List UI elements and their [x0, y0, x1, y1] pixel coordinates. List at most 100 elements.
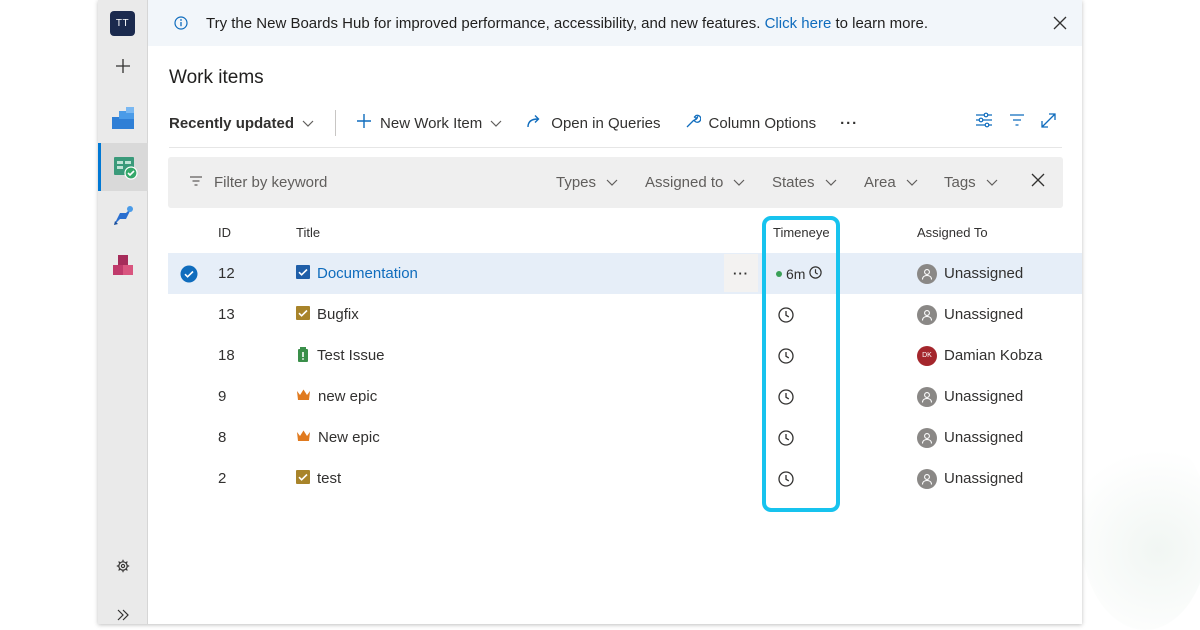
filter-types-label: Types [556, 174, 597, 191]
filter-states[interactable]: States [772, 174, 837, 191]
row-title[interactable]: new epic [296, 388, 377, 405]
plus-icon [356, 113, 372, 133]
banner-link[interactable]: Click here [765, 15, 832, 32]
expand-rail-icon[interactable] [98, 601, 148, 624]
column-options-button[interactable]: Column Options [685, 113, 817, 133]
open-in-queries-button[interactable]: Open in Queries [526, 114, 661, 133]
assigned-name: Damian Kobza [944, 347, 1043, 364]
info-banner: Try the New Boards Hub for improved perf… [148, 0, 1082, 46]
keyword-filter[interactable]: Filter by keyword [189, 174, 327, 191]
filter-types[interactable]: Types [556, 174, 618, 191]
task-icon [296, 469, 310, 488]
filter-states-label: States [772, 174, 815, 191]
row-assigned: Unassigned [917, 386, 1024, 407]
filter-icon [189, 174, 203, 191]
toolbar-separator [335, 110, 337, 136]
row-title[interactable]: Bugfix [296, 305, 359, 324]
toolbar-right [975, 112, 1056, 132]
banner-text-after: to learn more. [835, 14, 928, 32]
filter-icon[interactable] [1009, 113, 1025, 131]
column-header-id[interactable]: ID [218, 225, 231, 240]
more-actions-button[interactable]: ··· [840, 115, 858, 132]
chevron-down-icon [606, 174, 618, 191]
table-row[interactable]: 8 New epic Unassigned [168, 417, 1082, 458]
row-title-text[interactable]: Bugfix [317, 306, 359, 323]
clock-icon[interactable] [778, 388, 794, 405]
toolbar: Recently updated New Work Item Open in Q… [169, 104, 1064, 142]
row-assigned: Unassigned [917, 427, 1024, 448]
unassigned-avatar-icon [917, 427, 937, 448]
filter-assigned-to-label: Assigned to [645, 174, 724, 191]
clear-filter-icon[interactable] [1031, 173, 1045, 187]
add-icon[interactable] [111, 54, 135, 78]
row-title[interactable]: Documentation [296, 264, 418, 283]
row-assigned: Unassigned [917, 263, 1023, 284]
column-header-timeneye[interactable]: Timeneye [773, 225, 830, 240]
filter-bar: Filter by keyword Types Assigned to Stat… [168, 157, 1063, 208]
unassigned-avatar-icon [917, 263, 937, 284]
filter-tags-label: Tags [944, 174, 976, 191]
row-assigned: Unassigned [917, 304, 1024, 325]
column-header-assigned-to[interactable]: Assigned To [917, 225, 988, 240]
background-glow [1080, 430, 1200, 630]
clock-icon[interactable] [778, 347, 794, 364]
boards-app-icon[interactable] [98, 143, 148, 191]
overview-app-icon[interactable] [98, 94, 148, 142]
table-row[interactable]: 2 test Unassigned [168, 458, 1082, 499]
row-title-link[interactable]: Documentation [317, 265, 418, 282]
timer-running-dot [776, 270, 782, 277]
filter-assigned-to[interactable]: Assigned to [645, 174, 745, 191]
more-actions-label: ··· [840, 114, 859, 132]
share-arrow-icon [526, 114, 543, 133]
filter-tags[interactable]: Tags [944, 174, 998, 191]
fullscreen-icon[interactable] [1041, 112, 1056, 132]
row-id: 9 [218, 388, 227, 405]
new-work-item-button[interactable]: New Work Item [356, 113, 502, 133]
view-options-icon[interactable] [975, 112, 993, 132]
column-header-title[interactable]: Title [296, 225, 320, 240]
filter-area[interactable]: Area [864, 174, 918, 191]
assigned-name: Unassigned [944, 429, 1024, 446]
table-row[interactable]: 9 new epic Unassigned [168, 376, 1082, 417]
chevron-down-icon [825, 174, 837, 191]
epic-crown-icon [296, 429, 311, 446]
column-options-label: Column Options [708, 114, 817, 132]
left-rail: TT [98, 0, 148, 624]
row-more-button[interactable]: ··· [724, 254, 758, 292]
toolbar-divider [169, 147, 1062, 148]
filter-area-label: Area [864, 174, 896, 191]
clock-icon[interactable] [778, 306, 794, 323]
chevron-down-icon [302, 115, 314, 132]
assigned-name: Unassigned [944, 306, 1024, 323]
epic-crown-icon [296, 388, 311, 405]
pipelines-app-icon[interactable] [98, 192, 148, 240]
row-title[interactable]: New epic [296, 429, 380, 446]
clock-icon[interactable] [778, 429, 794, 446]
user-avatar: DK [917, 345, 937, 366]
project-avatar[interactable]: TT [110, 11, 135, 36]
banner-text: Try the New Boards Hub for improved perf… [206, 14, 761, 32]
row-id: 13 [218, 306, 235, 323]
row-id: 8 [218, 429, 227, 446]
table-row[interactable]: 13 Bugfix Unassigned [168, 294, 1082, 335]
clock-icon[interactable] [778, 470, 794, 487]
row-title[interactable]: Test Issue [296, 346, 385, 366]
row-title-text[interactable]: New epic [318, 429, 380, 446]
banner-close-icon[interactable] [1050, 13, 1070, 33]
clock-icon [809, 265, 823, 282]
row-title[interactable]: test [296, 469, 341, 488]
table-row[interactable]: 12 Documentation ··· 6m Unassigned [168, 253, 1082, 294]
row-title-text[interactable]: test [317, 470, 341, 487]
row-title-text[interactable]: Test Issue [317, 347, 385, 364]
row-selected-check-icon[interactable] [180, 265, 198, 283]
assigned-name: Unassigned [944, 388, 1024, 405]
table-row[interactable]: 18 Test Issue DK Damian Kobza [168, 335, 1082, 376]
settings-icon[interactable] [98, 552, 148, 580]
artifacts-app-icon[interactable] [98, 241, 148, 289]
issue-icon [296, 346, 310, 366]
wrench-icon [685, 113, 701, 133]
info-icon [174, 16, 188, 30]
view-selector[interactable]: Recently updated [169, 115, 314, 132]
row-title-text[interactable]: new epic [318, 388, 377, 405]
timer-cell[interactable]: 6m [776, 265, 823, 282]
